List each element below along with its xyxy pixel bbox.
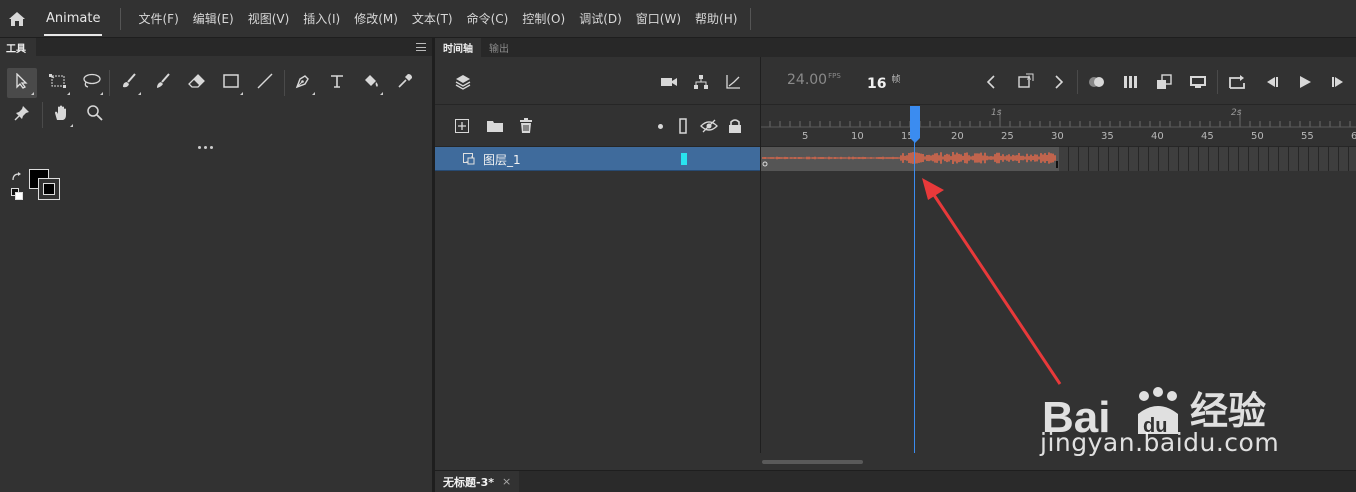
watermark-brand: 经验	[1190, 389, 1267, 433]
animate-window: Animate 文件(F) 编辑(E) 视图(V) 插入(I) 修改(M) 文本…	[0, 0, 1356, 492]
watermark-url: jingyan.baidu.com	[1040, 428, 1280, 457]
